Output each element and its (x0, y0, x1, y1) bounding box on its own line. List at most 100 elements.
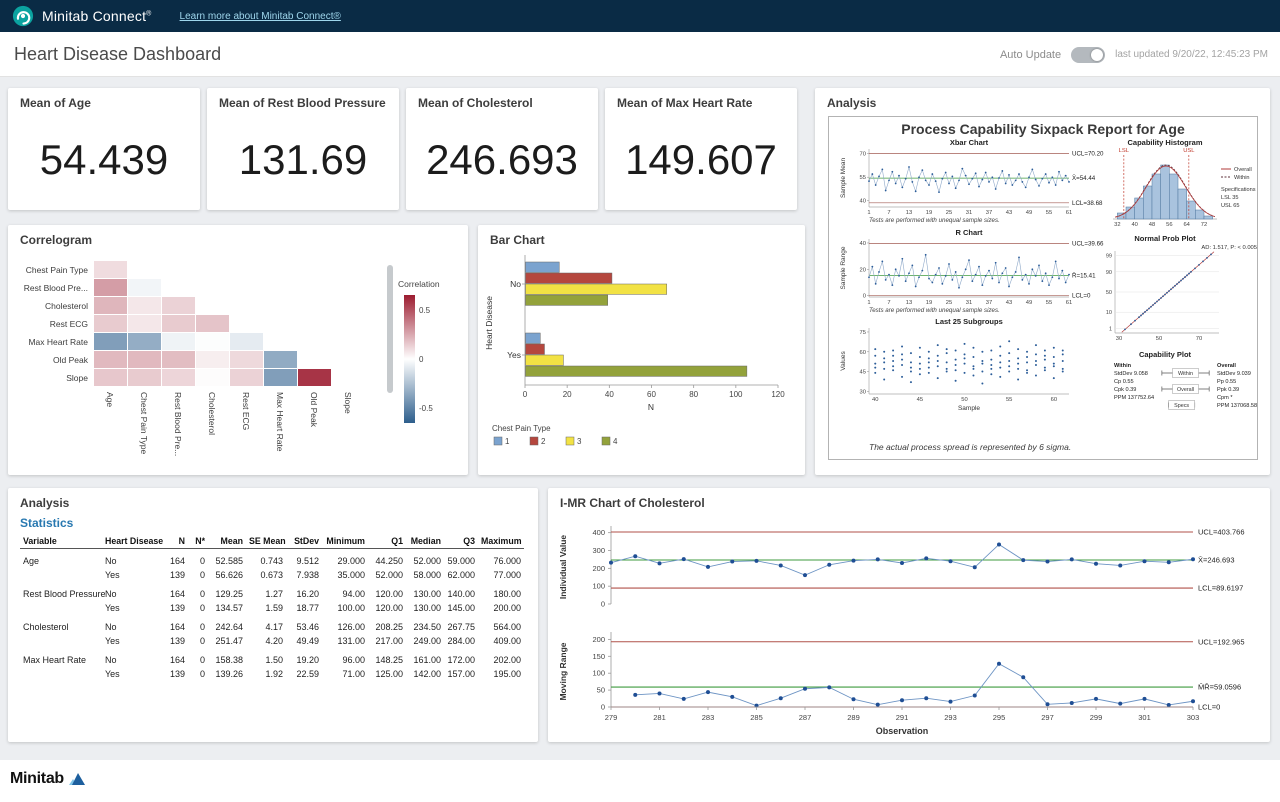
correlogram-cell[interactable] (264, 369, 297, 386)
legend-swatch (494, 437, 502, 445)
correlogram-cell[interactable] (298, 369, 331, 386)
bar-chart-panel: Bar Chart 020406080100120NHeart DiseaseN… (478, 225, 805, 475)
correlogram-cell[interactable] (128, 315, 161, 332)
svg-text:Moving Range: Moving Range (558, 642, 568, 700)
svg-text:30: 30 (860, 389, 866, 395)
bar-segment (526, 273, 612, 283)
svg-text:50: 50 (1106, 290, 1112, 296)
kpi-card-mean-cholesterol: Mean of Cholesterol 246.693 (406, 88, 598, 210)
svg-text:20: 20 (563, 390, 572, 399)
svg-text:61: 61 (1066, 210, 1072, 216)
svg-text:45: 45 (860, 370, 866, 376)
svg-text:55: 55 (1046, 210, 1052, 216)
correlogram-cell[interactable] (162, 351, 195, 368)
svg-text:StdDev 9.039: StdDev 9.039 (1217, 371, 1251, 377)
learn-more-link[interactable]: Learn more about Minitab Connect® (180, 11, 341, 22)
svg-text:Overall: Overall (1177, 387, 1194, 393)
svg-text:0: 0 (523, 390, 528, 399)
correlogram-cell[interactable] (162, 297, 195, 314)
correlogram-row-label: Rest Blood Pre... (8, 279, 88, 297)
correlogram-cell[interactable] (230, 351, 263, 368)
stats-col-header: Median (406, 534, 444, 549)
svg-text:303: 303 (1187, 713, 1200, 722)
svg-text:60: 60 (860, 350, 866, 356)
svg-text:400: 400 (592, 528, 605, 537)
correlogram-cell[interactable] (94, 351, 127, 368)
svg-text:50: 50 (1156, 336, 1162, 342)
correlogram-cell[interactable] (128, 333, 161, 350)
colorbar-tick-label: -0.5 (419, 404, 433, 413)
svg-text:287: 287 (799, 713, 812, 722)
svg-text:X̄=54.44: X̄=54.44 (1072, 175, 1096, 182)
correlogram-cell[interactable] (94, 369, 127, 386)
svg-text:LSL: LSL (1119, 148, 1130, 154)
svg-text:UCL=39.66: UCL=39.66 (1072, 240, 1104, 247)
correlogram-cell[interactable] (162, 333, 195, 350)
correlogram-cell[interactable] (162, 315, 195, 332)
svg-text:Tests are performed with unequ: Tests are performed with unequal sample … (869, 307, 1000, 314)
svg-text:0: 0 (601, 600, 605, 609)
correlogram-cell[interactable] (94, 315, 127, 332)
correlogram-cell[interactable] (230, 333, 263, 350)
bar-segment (526, 262, 560, 272)
svg-text:283: 283 (702, 713, 715, 722)
svg-text:LCL=89.6197: LCL=89.6197 (1198, 584, 1243, 593)
svg-text:10: 10 (1106, 310, 1112, 316)
stats-col-header: N (164, 534, 188, 549)
bar-segment (526, 295, 608, 305)
kpi-card-mean-rest-blood-pressure: Mean of Rest Blood Pressure 131.69 (207, 88, 399, 210)
correlogram-cell[interactable] (94, 333, 127, 350)
correlogram-cell[interactable] (128, 297, 161, 314)
svg-text:Sample Range: Sample Range (840, 246, 847, 289)
correlogram-column-label: Rest ECG (241, 392, 251, 430)
svg-text:The actual process spread is r: The actual process spread is represented… (869, 442, 1071, 452)
svg-text:Sample: Sample (958, 405, 980, 412)
correlogram-cell[interactable] (162, 369, 195, 386)
correlogram-cell[interactable] (94, 261, 127, 278)
stats-col-header: Heart Disease (102, 534, 164, 549)
correlogram-cell[interactable] (128, 351, 161, 368)
correlogram-row-label: Slope (8, 369, 88, 387)
minitab-connect-logo-icon (12, 5, 34, 27)
correlogram-cell[interactable] (196, 369, 229, 386)
svg-text:30: 30 (1116, 336, 1122, 342)
correlogram-row-label: Rest ECG (8, 315, 88, 333)
legend-swatch (602, 437, 610, 445)
correlogram-row-label: Max Heart Rate (8, 333, 88, 351)
statistics-section-link[interactable]: Statistics (20, 516, 73, 530)
correlogram-cell[interactable] (264, 351, 297, 368)
kpi-title: Mean of Cholesterol (418, 96, 533, 110)
svg-text:295: 295 (993, 713, 1006, 722)
auto-update-toggle[interactable] (1071, 47, 1105, 63)
correlogram-cell[interactable] (196, 333, 229, 350)
svg-text:200: 200 (592, 635, 605, 644)
svg-text:297: 297 (1041, 713, 1054, 722)
scrollbar[interactable] (387, 265, 393, 393)
svg-text:55: 55 (860, 175, 866, 181)
svg-text:20: 20 (860, 267, 866, 273)
correlogram-cell[interactable] (128, 279, 161, 296)
correlogram-cell[interactable] (196, 315, 229, 332)
correlogram-cell[interactable] (230, 369, 263, 386)
auto-update-label: Auto Update (1000, 49, 1061, 61)
svg-text:Last 25 Subgroups: Last 25 Subgroups (935, 317, 1003, 326)
svg-text:3: 3 (577, 437, 582, 446)
correlogram-cell[interactable] (196, 351, 229, 368)
analysis-statistics-panel: Analysis Statistics VariableHeart Diseas… (8, 488, 538, 742)
correlogram-cell[interactable] (128, 369, 161, 386)
svg-text:50: 50 (961, 397, 967, 403)
footer-brand-text: Minitab (10, 770, 64, 788)
stats-col-header: Q1 (368, 534, 406, 549)
panel-title: Correlogram (20, 233, 92, 247)
svg-text:72: 72 (1201, 222, 1207, 228)
svg-text:Specifications: Specifications (1221, 187, 1256, 193)
stats-row: Yes1390251.474.2049.49131.00217.00249.00… (20, 634, 524, 648)
svg-text:Sample Mean: Sample Mean (840, 158, 847, 198)
statistics-table: VariableHeart DiseaseNN*MeanSE MeanStDev… (20, 534, 524, 681)
svg-text:31: 31 (966, 210, 972, 216)
svg-text:AD: 1.517, P: < 0.005: AD: 1.517, P: < 0.005 (1201, 245, 1257, 251)
correlogram-cell[interactable] (94, 279, 127, 296)
imr-chart-panel: I-MR Chart of Cholesterol 0100200300400I… (548, 488, 1270, 742)
correlogram-cell[interactable] (94, 297, 127, 314)
stats-col-header: Maximum (478, 534, 524, 549)
